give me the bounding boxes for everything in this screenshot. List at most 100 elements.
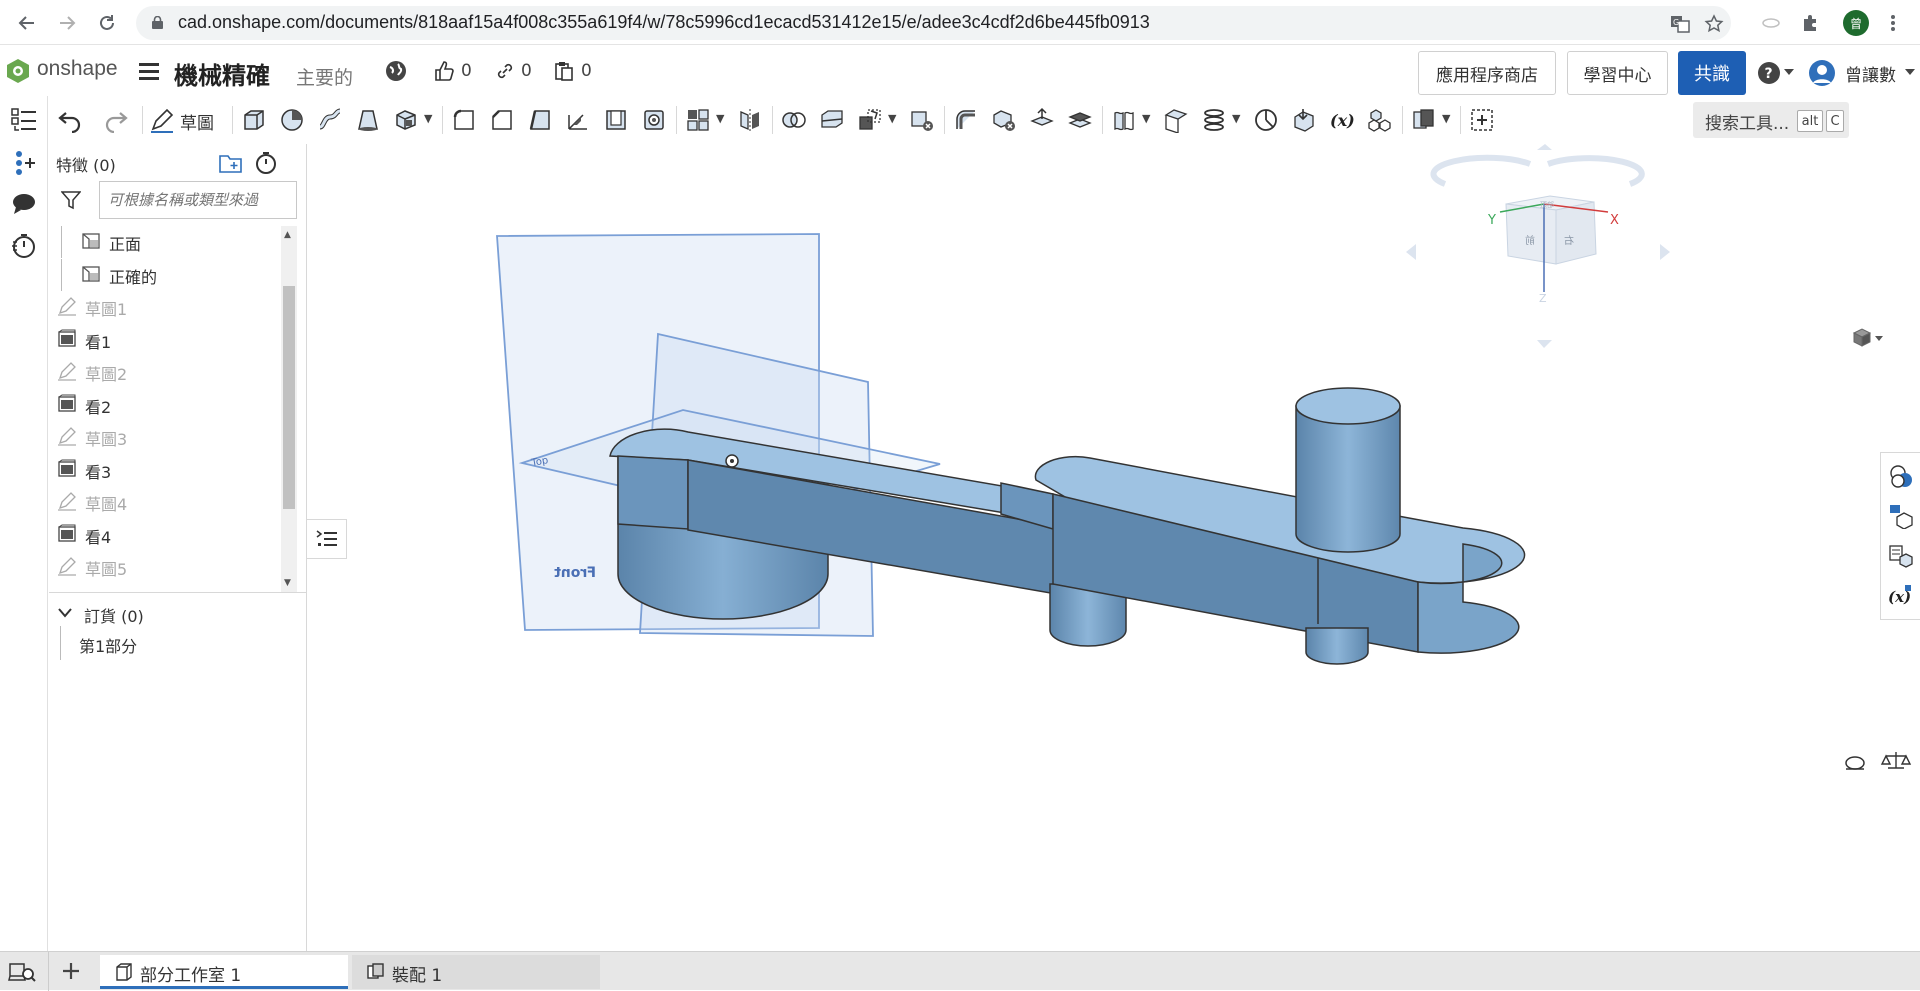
modify-fillet-icon[interactable] <box>950 104 982 136</box>
parts-properties-icon[interactable] <box>1888 543 1914 569</box>
part-list-item[interactable]: 第1部分 <box>79 633 137 657</box>
scroll-down-arrow-icon[interactable]: ▼ <box>284 578 291 588</box>
add-tab-button[interactable] <box>56 956 86 986</box>
new-folder-icon[interactable] <box>219 152 243 174</box>
rib-icon[interactable] <box>562 104 594 136</box>
variable-icon[interactable]: (x) <box>1326 104 1358 136</box>
likes-counter[interactable]: 0 <box>433 59 472 83</box>
feature-list-item[interactable]: 看1 <box>49 324 291 354</box>
feature-list-item[interactable]: 草圖2 <box>49 356 291 386</box>
comments-icon[interactable] <box>10 190 38 218</box>
mirror-icon[interactable] <box>734 104 766 136</box>
rollback-stopwatch-icon[interactable] <box>255 151 277 175</box>
app-store-button[interactable]: 應用程序商店 <box>1418 51 1556 95</box>
thicken-icon[interactable] <box>390 104 422 136</box>
feature-list-item[interactable]: 看3 <box>49 454 291 484</box>
view-options-icon[interactable] <box>1852 328 1883 347</box>
browser-profile-avatar[interactable]: 曾 <box>1843 10 1869 36</box>
loft-icon[interactable] <box>352 104 384 136</box>
learning-center-button[interactable]: 學習中心 <box>1567 51 1668 95</box>
tab-assembly[interactable]: 裝配 1 <box>352 955 600 989</box>
fillet-icon[interactable] <box>448 104 480 136</box>
sketch-pencil-icon[interactable] <box>146 104 178 136</box>
feature-filter-input[interactable] <box>99 181 297 219</box>
feature-list-item[interactable]: 草圖1 <box>49 291 291 321</box>
shell-icon[interactable] <box>600 104 632 136</box>
user-avatar-icon[interactable] <box>1808 59 1836 87</box>
scrollbar-thumb[interactable] <box>283 286 295 509</box>
extensions-puzzle-icon[interactable] <box>1795 8 1825 38</box>
help-icon[interactable]: ? <box>1757 61 1781 85</box>
dropdown-caret-icon[interactable]: ▼ <box>716 112 728 126</box>
view-cube-right-face[interactable]: 右 <box>1564 234 1574 247</box>
back-arrow-icon[interactable] <box>12 8 42 38</box>
origin-marker[interactable] <box>725 454 739 468</box>
appearance-icon[interactable] <box>1888 463 1914 489</box>
branch-name[interactable]: 主要的 <box>296 63 353 90</box>
share-button[interactable]: 共識 <box>1678 51 1746 95</box>
view-cube[interactable]: Y X Z 前 右 頂部 <box>1406 144 1670 348</box>
split-icon[interactable] <box>816 104 848 136</box>
extension-eye-icon[interactable] <box>1756 8 1786 38</box>
filter-funnel-icon[interactable] <box>61 190 81 210</box>
undo-icon[interactable] <box>54 104 86 136</box>
import-icon[interactable] <box>1288 104 1320 136</box>
copies-counter[interactable]: 0 <box>553 59 592 83</box>
translate-icon[interactable]: G <box>1668 12 1692 36</box>
bookmark-star-icon[interactable] <box>1702 12 1726 36</box>
transform-icon[interactable] <box>854 104 886 136</box>
linear-pattern-icon[interactable] <box>682 104 714 136</box>
hamburger-menu-icon[interactable] <box>138 60 160 82</box>
graphics-viewport[interactable]: Top Front Y X Z 前 右 頂部 <box>308 144 1920 951</box>
search-tools-button[interactable]: 搜索工具... alt C <box>1693 102 1849 138</box>
tab-part-studio[interactable]: 部分工作室 1 <box>100 955 348 989</box>
cad-model-canvas[interactable]: Top Front Y X Z 前 右 頂部 <box>308 144 1920 951</box>
brand-name[interactable]: onshape <box>37 57 118 81</box>
history-stopwatch-icon[interactable] <box>10 232 38 260</box>
offset-surface-icon[interactable] <box>1108 104 1140 136</box>
delete-face-icon[interactable] <box>988 104 1020 136</box>
configurations-icon[interactable] <box>1888 503 1914 529</box>
bottom-right-cylinder[interactable] <box>1305 627 1369 665</box>
measure-icon[interactable] <box>1250 104 1282 136</box>
feature-list-item[interactable]: 正確的 <box>49 258 291 291</box>
user-name[interactable]: 曾讓數 <box>1845 61 1896 86</box>
redo-icon[interactable] <box>100 104 132 136</box>
chamfer-icon[interactable] <box>486 104 518 136</box>
mass-properties-scale-icon[interactable] <box>1880 752 1912 769</box>
forward-arrow-icon[interactable] <box>52 8 82 38</box>
feature-list-icon[interactable] <box>10 106 38 134</box>
document-title[interactable]: 機械精確 <box>174 56 270 91</box>
address-bar[interactable]: cad.onshape.com/documents/818aaf15a4f008… <box>136 6 1731 40</box>
variables-panel-icon[interactable]: (x) <box>1888 583 1914 609</box>
add-custom-feature-icon[interactable] <box>1466 104 1498 136</box>
boolean-icon[interactable] <box>778 104 810 136</box>
hole-icon[interactable] <box>638 104 670 136</box>
user-caret-icon[interactable] <box>1905 69 1915 75</box>
display-states-icon[interactable] <box>1408 104 1440 136</box>
feature-list-item[interactable]: 正面 <box>49 226 291 258</box>
extrude-icon[interactable] <box>238 104 270 136</box>
onshape-logo-icon[interactable] <box>4 57 32 85</box>
insert-feature-icon[interactable] <box>10 148 38 176</box>
chevron-down-icon[interactable] <box>58 608 72 618</box>
tab-manager-icon[interactable] <box>8 960 36 984</box>
dropdown-caret-icon[interactable]: ▼ <box>1232 112 1244 126</box>
tape-measure-icon[interactable] <box>1845 756 1865 770</box>
feature-list-item[interactable]: 草圖5 <box>49 551 291 581</box>
links-counter[interactable]: 0 <box>495 59 532 83</box>
help-caret-icon[interactable] <box>1784 69 1794 75</box>
dropdown-caret-icon[interactable]: ▼ <box>888 112 900 126</box>
scroll-up-arrow-icon[interactable]: ▲ <box>284 230 291 240</box>
replace-face-icon[interactable] <box>1064 104 1096 136</box>
feature-list-item[interactable]: 看4 <box>49 519 291 549</box>
custom-features-icon[interactable] <box>1364 104 1396 136</box>
reload-icon[interactable] <box>92 8 122 38</box>
globe-icon[interactable] <box>384 59 408 83</box>
browser-menu-icon[interactable] <box>1878 8 1908 38</box>
tall-cylinder[interactable] <box>1295 387 1401 553</box>
view-cube-front-face[interactable]: 前 <box>1525 234 1535 247</box>
plane-icon[interactable] <box>1160 104 1192 136</box>
dropdown-caret-icon[interactable]: ▼ <box>424 112 436 126</box>
revolve-icon[interactable] <box>276 104 308 136</box>
